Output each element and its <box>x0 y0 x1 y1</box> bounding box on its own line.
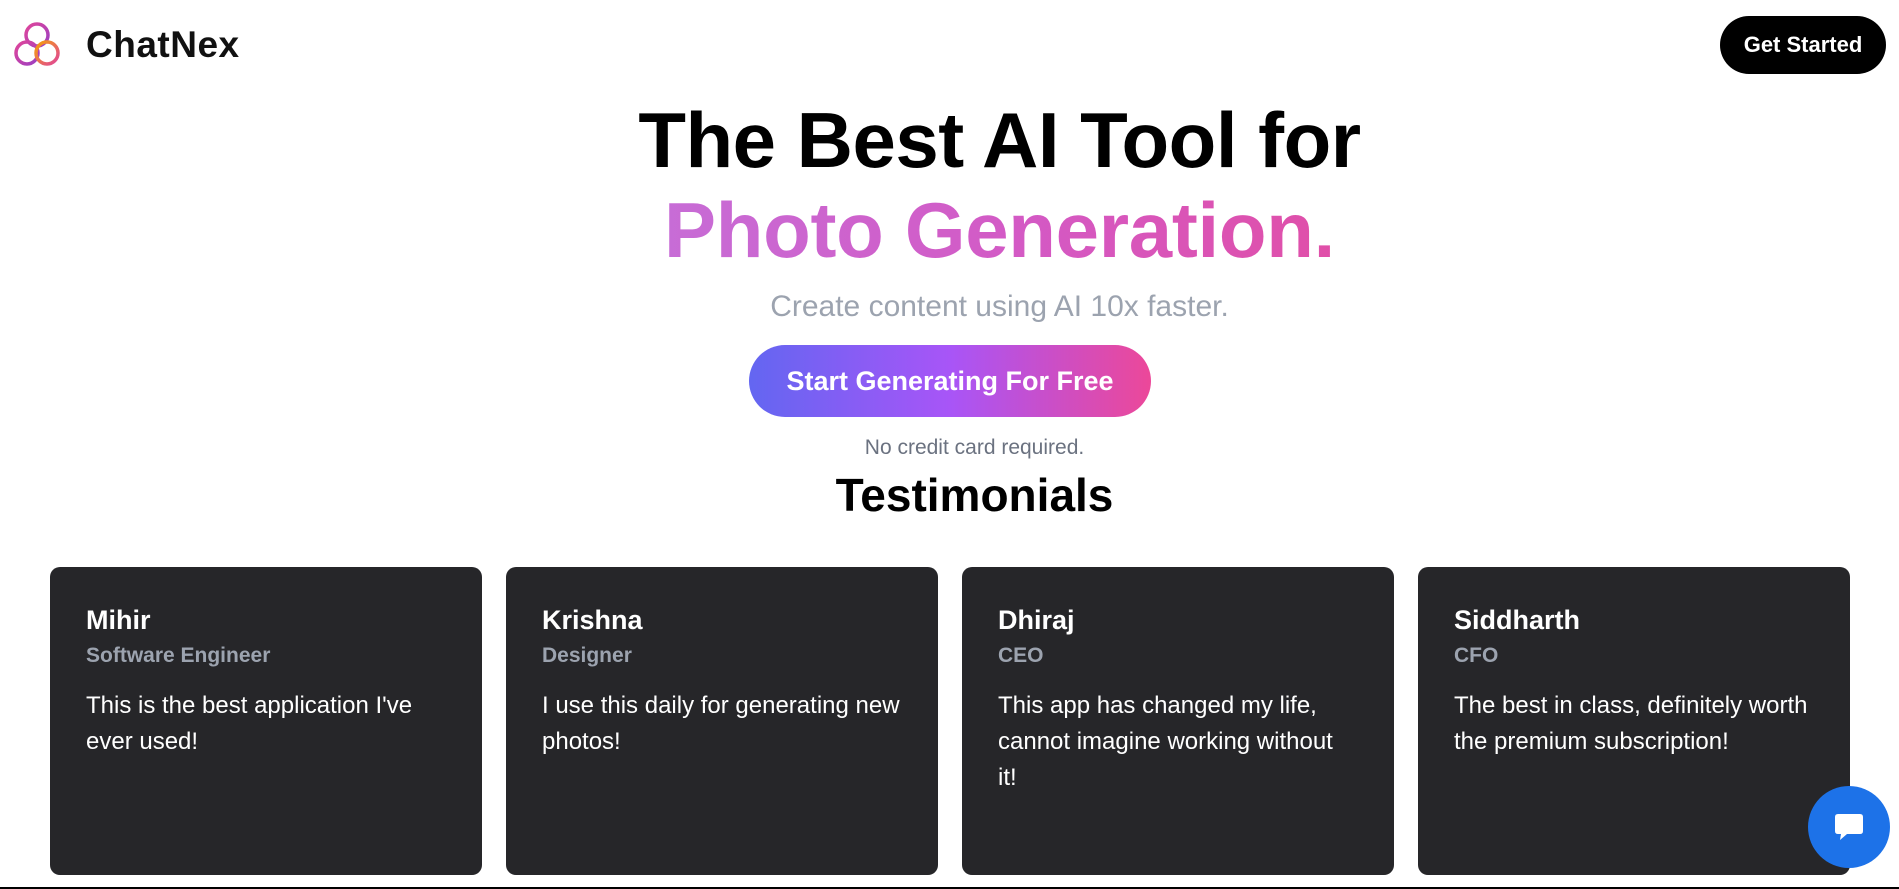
testimonial-card: Mihir Software Engineer This is the best… <box>50 567 482 875</box>
interlocking-rings-logo-icon <box>14 22 60 66</box>
hero-title-highlight: Photo Generation. <box>664 186 1335 274</box>
testimonial-card: Dhiraj CEO This app has changed my life,… <box>962 567 1394 875</box>
chat-bubble-icon <box>1835 814 1863 840</box>
testimonial-role: Software Engineer <box>86 644 271 667</box>
landing-page: ChatNex Get Started The Best AI Tool for… <box>0 0 1899 889</box>
testimonial-name: Krishna <box>542 605 643 635</box>
testimonial-card: Siddharth CFO The best in class, definit… <box>1418 567 1850 875</box>
start-generating-button[interactable]: Start Generating For Free <box>749 345 1151 417</box>
testimonial-quote: This is the best application I've ever u… <box>86 692 413 755</box>
testimonial-cards: Mihir Software Engineer This is the best… <box>50 567 1850 875</box>
brand-name: ChatNex <box>86 24 240 65</box>
no-credit-note: No credit card required. <box>864 436 1085 459</box>
testimonial-role: CEO <box>998 644 1044 667</box>
testimonial-quote: This app has changed my life, cannot ima… <box>998 692 1333 791</box>
hero-cta-wrapper: Start Generating For Free <box>749 345 1151 417</box>
testimonial-role: CFO <box>1454 644 1499 667</box>
get-started-button[interactable]: Get Started <box>1720 16 1886 74</box>
chat-widget-button[interactable] <box>1808 786 1890 868</box>
testimonial-quote: The best in class, definitely worth the … <box>1454 692 1808 755</box>
testimonial-quote: I use this daily for generating new phot… <box>542 692 900 755</box>
hero-title: The Best AI Tool for <box>638 96 1361 184</box>
site-header: ChatNex Get Started <box>0 0 1899 90</box>
testimonial-name: Mihir <box>86 605 151 635</box>
testimonials-heading: Testimonials <box>835 469 1114 521</box>
hero-section: The Best AI Tool for Photo Generation. C… <box>0 96 1899 324</box>
testimonial-role: Designer <box>542 644 632 667</box>
brand-logo[interactable]: ChatNex <box>12 20 240 70</box>
testimonial-card: Krishna Designer I use this daily for ge… <box>506 567 938 875</box>
testimonial-name: Siddharth <box>1454 605 1580 635</box>
hero-subtitle: Create content using AI 10x faster. <box>770 290 1229 323</box>
testimonial-name: Dhiraj <box>998 605 1075 635</box>
